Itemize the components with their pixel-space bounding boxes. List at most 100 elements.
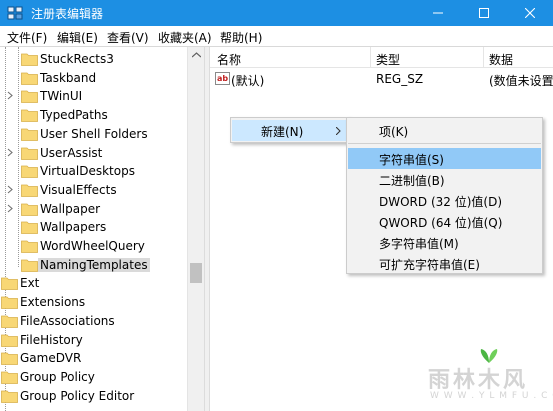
submenu-item-label: 多字符串值(M) (379, 237, 459, 251)
close-button[interactable] (507, 0, 553, 26)
tree-item[interactable]: Group Policy (0, 368, 187, 387)
tree-item[interactable]: Wallpaper (0, 200, 187, 219)
value-data: (数值未设置) (489, 74, 553, 88)
maximize-icon (479, 8, 489, 18)
scroll-up-icon[interactable] (192, 52, 201, 58)
tree-item-label: TWinUI (40, 89, 83, 104)
minimize-icon (433, 12, 443, 14)
tree-item-label: User Shell Folders (40, 126, 148, 141)
submenu-arrow-icon (336, 127, 341, 135)
menu-view[interactable]: 查看(V) (107, 29, 149, 46)
window-title: 注册表编辑器 (31, 7, 104, 21)
tree-item[interactable]: WordWheelQuery (0, 237, 187, 256)
expand-arrow-icon[interactable] (7, 185, 13, 194)
minimize-button[interactable] (415, 0, 461, 26)
folder-icon (21, 128, 38, 141)
submenu-item[interactable]: 二进制值(B) (348, 169, 541, 190)
tree-item-label: Ext (20, 276, 40, 291)
tree-item[interactable]: Wallpapers (0, 218, 187, 237)
tree-item-label: VirtualDesktops (40, 164, 135, 179)
tree-item[interactable]: TypedPaths (0, 106, 187, 125)
tree-item[interactable]: UserAssist (0, 144, 187, 163)
folder-icon (21, 72, 38, 85)
folder-icon (21, 53, 38, 66)
tree-scrollbar[interactable] (187, 47, 204, 411)
menu-help[interactable]: 帮助(H) (220, 29, 262, 46)
submenu-item[interactable]: QWORD (64 位)值(Q) (348, 211, 541, 232)
submenu-item-label: 二进制值(B) (379, 174, 445, 188)
menu-favorites[interactable]: 收藏夹(A) (158, 29, 212, 46)
submenu-item-label: 字符串值(S) (379, 153, 444, 167)
tree-item[interactable]: GameDVR (0, 349, 187, 368)
column-separator[interactable] (483, 47, 484, 68)
folder-icon (1, 390, 18, 403)
tree-item-label: UserAssist (40, 145, 103, 160)
tree-item[interactable]: FileHistory (0, 331, 187, 350)
submenu-item[interactable]: 可扩充字符串值(E) (348, 253, 541, 274)
tree-item-label: Extensions (20, 295, 86, 310)
submenu-item[interactable]: 多字符串值(M) (348, 232, 541, 253)
tree-item-label: Wallpapers (40, 220, 107, 235)
registry-editor-app-icon (7, 6, 23, 20)
string-value-icon: ab (215, 72, 230, 85)
menu-edit[interactable]: 编辑(E) (57, 29, 98, 46)
list-header: 名称 类型 数据 (210, 47, 553, 68)
tree-item[interactable]: VisualEffects (0, 181, 187, 200)
tree-item[interactable]: Ext (0, 274, 187, 293)
folder-icon (21, 109, 38, 122)
menu-file[interactable]: 文件(F) (7, 29, 47, 46)
tree-item-label: TypedPaths (40, 108, 108, 123)
submenu-item[interactable]: 项(K) (348, 120, 541, 141)
maximize-button[interactable] (461, 0, 507, 26)
submenu-item-label: DWORD (32 位)值(D) (379, 195, 502, 209)
column-separator[interactable] (370, 47, 371, 68)
submenu-item-label: 项(K) (379, 125, 409, 139)
tree-item-label: FileAssociations (20, 313, 115, 328)
folder-icon (21, 184, 38, 197)
scrollbar-thumb[interactable] (190, 263, 202, 283)
expand-arrow-icon[interactable] (7, 204, 13, 213)
tree-item[interactable]: NamingTemplates (0, 256, 187, 275)
folder-icon (21, 147, 38, 160)
tree-item[interactable]: Extensions (0, 293, 187, 312)
registry-tree[interactable]: StuckRects3 Taskband TWinUI TypedPaths User … (0, 47, 204, 411)
tree-item-label: StuckRects3 (40, 52, 114, 66)
expand-arrow-icon[interactable] (7, 148, 13, 157)
svg-text:ab: ab (217, 74, 228, 83)
tree-item[interactable]: FileAssociations (0, 312, 187, 331)
folder-icon (1, 296, 18, 309)
tree-item[interactable]: TWinUI (0, 87, 187, 106)
site-watermark: 雨林木风 W W W . Y L M F U . C O M (418, 344, 553, 411)
tree-item[interactable]: Group Policy Editor (0, 387, 187, 406)
folder-icon (21, 221, 38, 235)
context-new-item[interactable]: 新建(N) (232, 120, 348, 141)
column-name[interactable]: 名称 (217, 51, 241, 68)
submenu-item[interactable]: DWORD (32 位)值(D) (348, 190, 541, 211)
tree-item-label: VisualEffects (40, 182, 117, 197)
column-data[interactable]: 数据 (489, 51, 513, 68)
tree-item-label: WordWheelQuery (40, 239, 145, 253)
leaf-logo-icon (480, 349, 498, 363)
submenu-item[interactable]: 字符串值(S) (348, 148, 541, 169)
expand-arrow-icon[interactable] (7, 91, 13, 100)
tree-item-label: Group Policy Editor (20, 388, 135, 403)
menu-bar: 文件(F) 编辑(E) 查看(V) 收藏夹(A) 帮助(H) (0, 26, 553, 46)
submenu-item-label: 可扩充字符串值(E) (379, 258, 480, 272)
tree-item[interactable]: VirtualDesktops (0, 162, 187, 181)
tree-item-label: Wallpaper (40, 201, 101, 216)
folder-icon (21, 240, 38, 253)
folder-icon (1, 315, 18, 328)
folder-icon (21, 165, 38, 179)
list-row[interactable]: ab (默认) REG_SZ (数值未设置) (210, 69, 553, 89)
watermark-url: W W W . Y L M F U . C O M (430, 391, 553, 401)
folder-icon (21, 259, 38, 272)
folder-icon (1, 352, 18, 366)
tree-item[interactable]: StuckRects3 (0, 50, 187, 69)
column-type[interactable]: 类型 (376, 51, 400, 68)
title-bar[interactable]: 注册表编辑器 (0, 0, 553, 26)
value-name: (默认) (231, 74, 265, 88)
tree-item[interactable]: Taskband (0, 69, 187, 88)
tree-item-label: NamingTemplates (38, 257, 150, 272)
tree-item[interactable]: User Shell Folders (0, 125, 187, 144)
tree-item-label: Group Policy (20, 369, 95, 384)
